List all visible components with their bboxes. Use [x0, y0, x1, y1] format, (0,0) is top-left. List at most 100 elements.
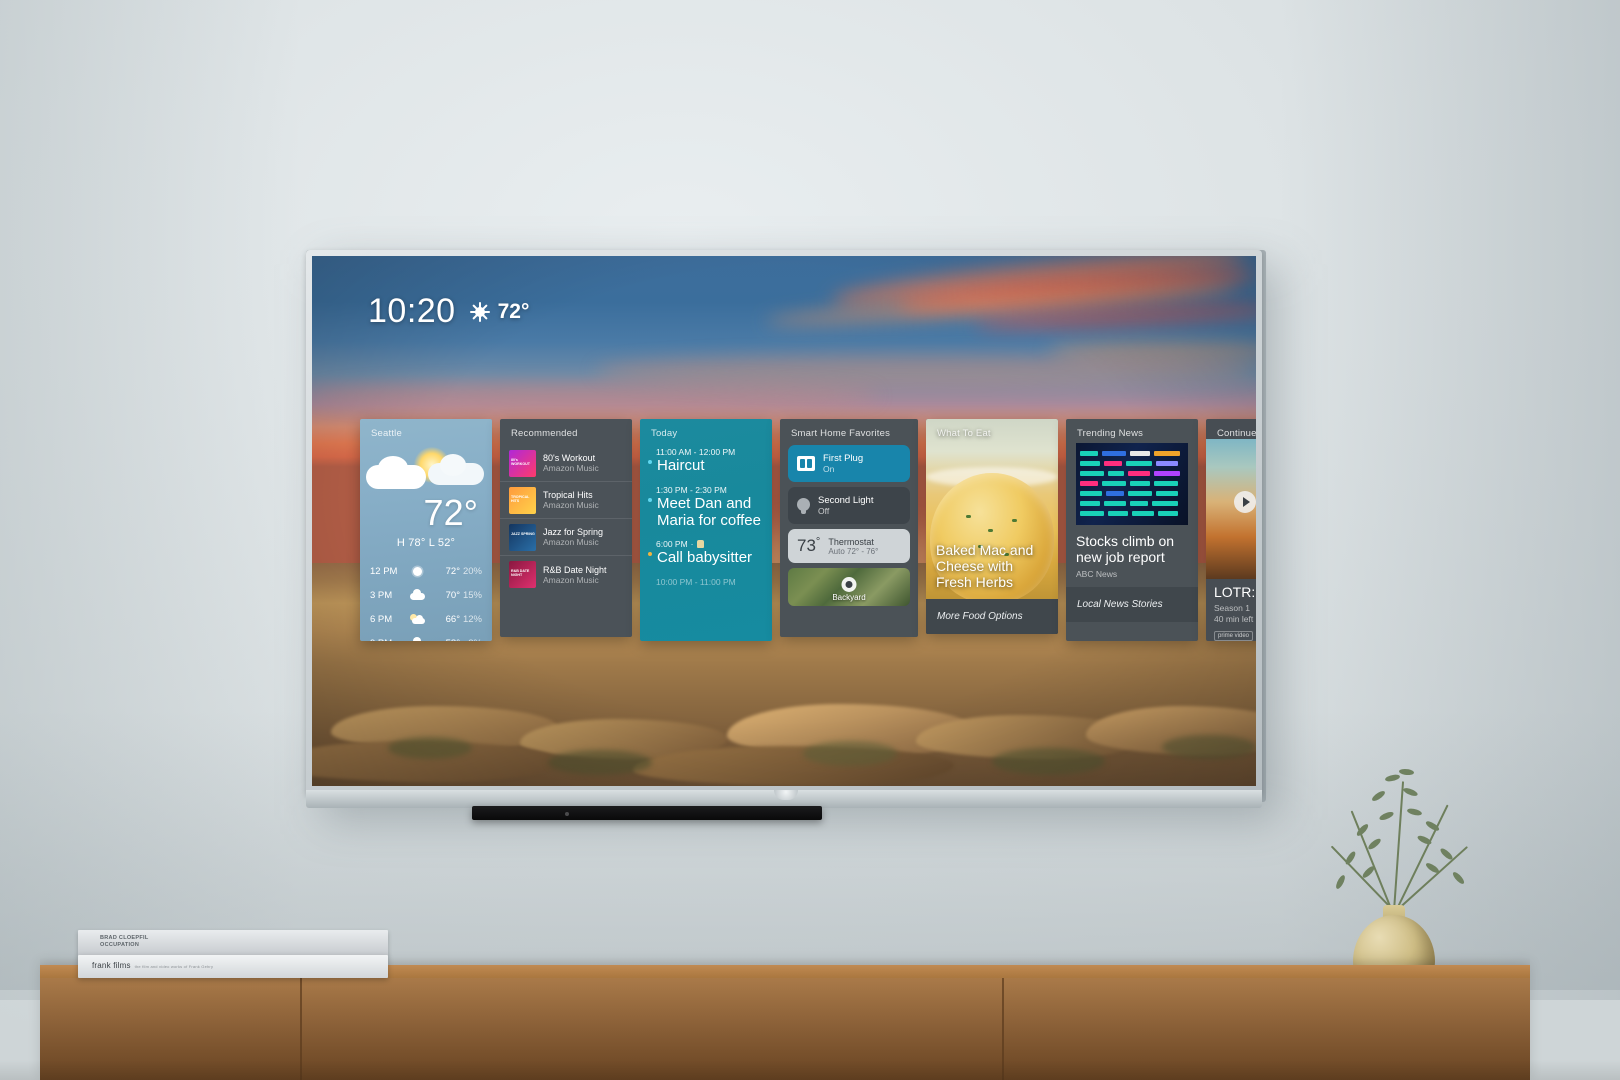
cloud-icon: [404, 588, 430, 600]
bulb-icon: [797, 497, 810, 514]
continue-card-title: Continue Watching: [1217, 428, 1256, 439]
television: 10:20 72° Seattle 72° H 78° L 52° 12 PM …: [306, 250, 1280, 820]
event-time-row: 6:00 PM ·: [656, 539, 764, 549]
show-name: LOTR: The Rings of Power: [1214, 584, 1256, 600]
calendar-event[interactable]: 11:00 AM - 12:00 PM Haircut: [648, 447, 764, 475]
list-item[interactable]: TROPICAL HITS Tropical Hits Amazon Music: [500, 482, 632, 519]
device-first-plug[interactable]: First Plug On: [788, 445, 910, 482]
weather-hour-precip: 12%: [462, 613, 482, 625]
device-name: First Plug: [823, 453, 864, 464]
device-camera-backyard[interactable]: Backyard: [788, 568, 910, 606]
camera-icon: [841, 577, 857, 592]
show-time-left: 40 min left: [1214, 614, 1254, 625]
weather-city: Seattle: [371, 428, 402, 439]
thermostat-degree: °: [815, 536, 821, 548]
room-scene: 10:20 72° Seattle 72° H 78° L 52° 12 PM …: [0, 0, 1620, 1080]
card-recommended-music[interactable]: Recommended 80's WORKOUT 80's Workout Am…: [500, 419, 632, 637]
smart-home-title: Smart Home Favorites: [791, 428, 891, 439]
device-state: On: [823, 464, 835, 474]
plant-stem: [1395, 804, 1449, 912]
card-smart-home[interactable]: Smart Home Favorites First Plug On Secon…: [780, 419, 918, 637]
partly-cloudy-icon: [404, 614, 430, 624]
book-top: BRAD CLOEPFIL OCCUPATION: [78, 930, 388, 956]
weather-hour-temp: 66°: [445, 613, 460, 625]
book-bottom: frank films the film and video works of F…: [78, 955, 388, 978]
list-item[interactable]: JAZZ SPRING Jazz for Spring Amazon Music: [500, 519, 632, 556]
weather-hour-row: 6 PM 66° 12%: [370, 607, 482, 631]
sun-icon: [469, 301, 490, 322]
recommended-title: Recommended: [511, 428, 578, 439]
device-second-light[interactable]: Second Light Off: [788, 487, 910, 524]
smart-home-device-list: First Plug On Second Light Off 73° Therm…: [780, 439, 918, 563]
weather-hour-row: 9 PM 58° 2%: [370, 631, 482, 641]
event-time: 10:00 PM - 11:00 PM: [656, 577, 736, 588]
weather-illustration: [360, 441, 492, 503]
event-time: 11:00 AM - 12:00 PM: [656, 447, 736, 457]
event-name: Meet Dan and Maria for coffee: [657, 494, 761, 529]
list-item[interactable]: 80's WORKOUT 80's Workout Amazon Music: [500, 445, 632, 482]
card-calendar[interactable]: Today 11:00 AM - 12:00 PM Haircut 1:30 P…: [640, 419, 772, 641]
event-name: Call babysitter: [657, 549, 753, 567]
show-season: Season 1: [1214, 603, 1250, 614]
album-art-label: TROPICAL HITS: [511, 494, 530, 503]
weather-hour: 3 PM: [370, 589, 393, 601]
show-artwork: [1206, 439, 1256, 579]
album-art: TROPICAL HITS: [509, 486, 536, 514]
plant-stem: [1350, 810, 1393, 912]
album-art-label: 80's WORKOUT: [511, 457, 530, 466]
prime-video-badge: prime video: [1214, 631, 1254, 641]
calendar-event[interactable]: 6:00 PM · Call babysitter: [648, 539, 764, 567]
card-what-to-eat[interactable]: What To Eat Baked Mac and Cheese with Fr…: [926, 419, 1058, 634]
weather-high-low: H 78° L 52°: [396, 537, 456, 549]
news-photo: [1076, 443, 1188, 525]
device-state: Off: [818, 506, 830, 516]
music-source: Amazon Music: [543, 537, 599, 547]
calendar-event[interactable]: 10:00 PM - 11:00 PM: [648, 577, 764, 587]
news-card-title: Trending News: [1077, 428, 1144, 439]
plug-icon: [797, 456, 815, 471]
floor-shadow: [0, 1060, 1620, 1080]
book-title-text: BRAD CLOEPFIL OCCUPATION: [100, 935, 149, 950]
soundbar: [472, 806, 822, 820]
event-time: 1:30 PM - 2:30 PM: [656, 484, 727, 495]
event-dot: [648, 552, 652, 557]
book-title-line1: BRAD CLOEPFIL: [100, 935, 149, 941]
widget-card-row: Seattle 72° H 78° L 52° 12 PM 72° 20% 3 …: [360, 419, 1256, 644]
card-weather[interactable]: Seattle 72° H 78° L 52° 12 PM 72° 20% 3 …: [360, 419, 492, 641]
tv-bezel: 10:20 72° Seattle 72° H 78° L 52° 12 PM …: [306, 250, 1262, 795]
weather-hour-precip: 2%: [460, 638, 482, 642]
weather-hour-row: 12 PM 72° 20%: [370, 559, 482, 583]
play-icon[interactable]: [1234, 491, 1256, 513]
card-trending-news[interactable]: Trending News Stocks climb on new job re…: [1066, 419, 1198, 641]
music-title: 80's Workout: [543, 453, 596, 463]
weather-hour-row: 3 PM 70° 15%: [370, 583, 482, 607]
calendar-event[interactable]: 1:30 PM - 2:30 PM Meet Dan and Maria for…: [648, 485, 764, 530]
book-title: frank films: [92, 961, 131, 970]
clock-temperature: 72°: [497, 299, 530, 323]
album-art: 80's WORKOUT: [509, 449, 536, 477]
event-time: 6:00 PM: [656, 539, 688, 550]
weather-hour-precip: 15%: [462, 589, 482, 601]
music-title: R&B Date Night: [543, 564, 607, 575]
card-continue-watching[interactable]: Continue Watching LOTR: The Rings of Pow…: [1206, 419, 1256, 641]
album-art-label: JAZZ SPRING: [511, 531, 535, 536]
reminder-icon: [696, 540, 704, 549]
camera-name: Backyard: [832, 593, 866, 602]
device-thermostat[interactable]: 73° Thermostat Auto 72° - 76°: [788, 529, 910, 563]
food-card-title: What To Eat: [937, 428, 991, 439]
album-art: R&B DATE NIGHT: [509, 561, 536, 588]
tv-screen: 10:20 72° Seattle 72° H 78° L 52° 12 PM …: [312, 256, 1256, 786]
music-title: Tropical Hits: [543, 490, 593, 500]
album-art-label: R&B DATE NIGHT: [511, 569, 530, 578]
list-item[interactable]: R&B DATE NIGHT R&B Date Night Amazon Mus…: [500, 556, 632, 593]
weather-hour-temp: 72°: [445, 565, 460, 577]
weather-hour: 12 PM: [370, 565, 398, 577]
local-news-stories-link[interactable]: Local News Stories: [1066, 587, 1198, 623]
more-food-options-link[interactable]: More Food Options: [926, 599, 1058, 634]
soundbar-indicator: [565, 812, 569, 816]
calendar-title: Today: [651, 428, 678, 439]
weather-hour-precip: 20%: [462, 565, 482, 577]
album-art: JAZZ SPRING: [509, 523, 536, 551]
news-headline: Stocks climb on new job report: [1076, 533, 1175, 566]
recipe-name: Baked Mac and Cheese with Fresh Herbs: [936, 542, 1034, 591]
